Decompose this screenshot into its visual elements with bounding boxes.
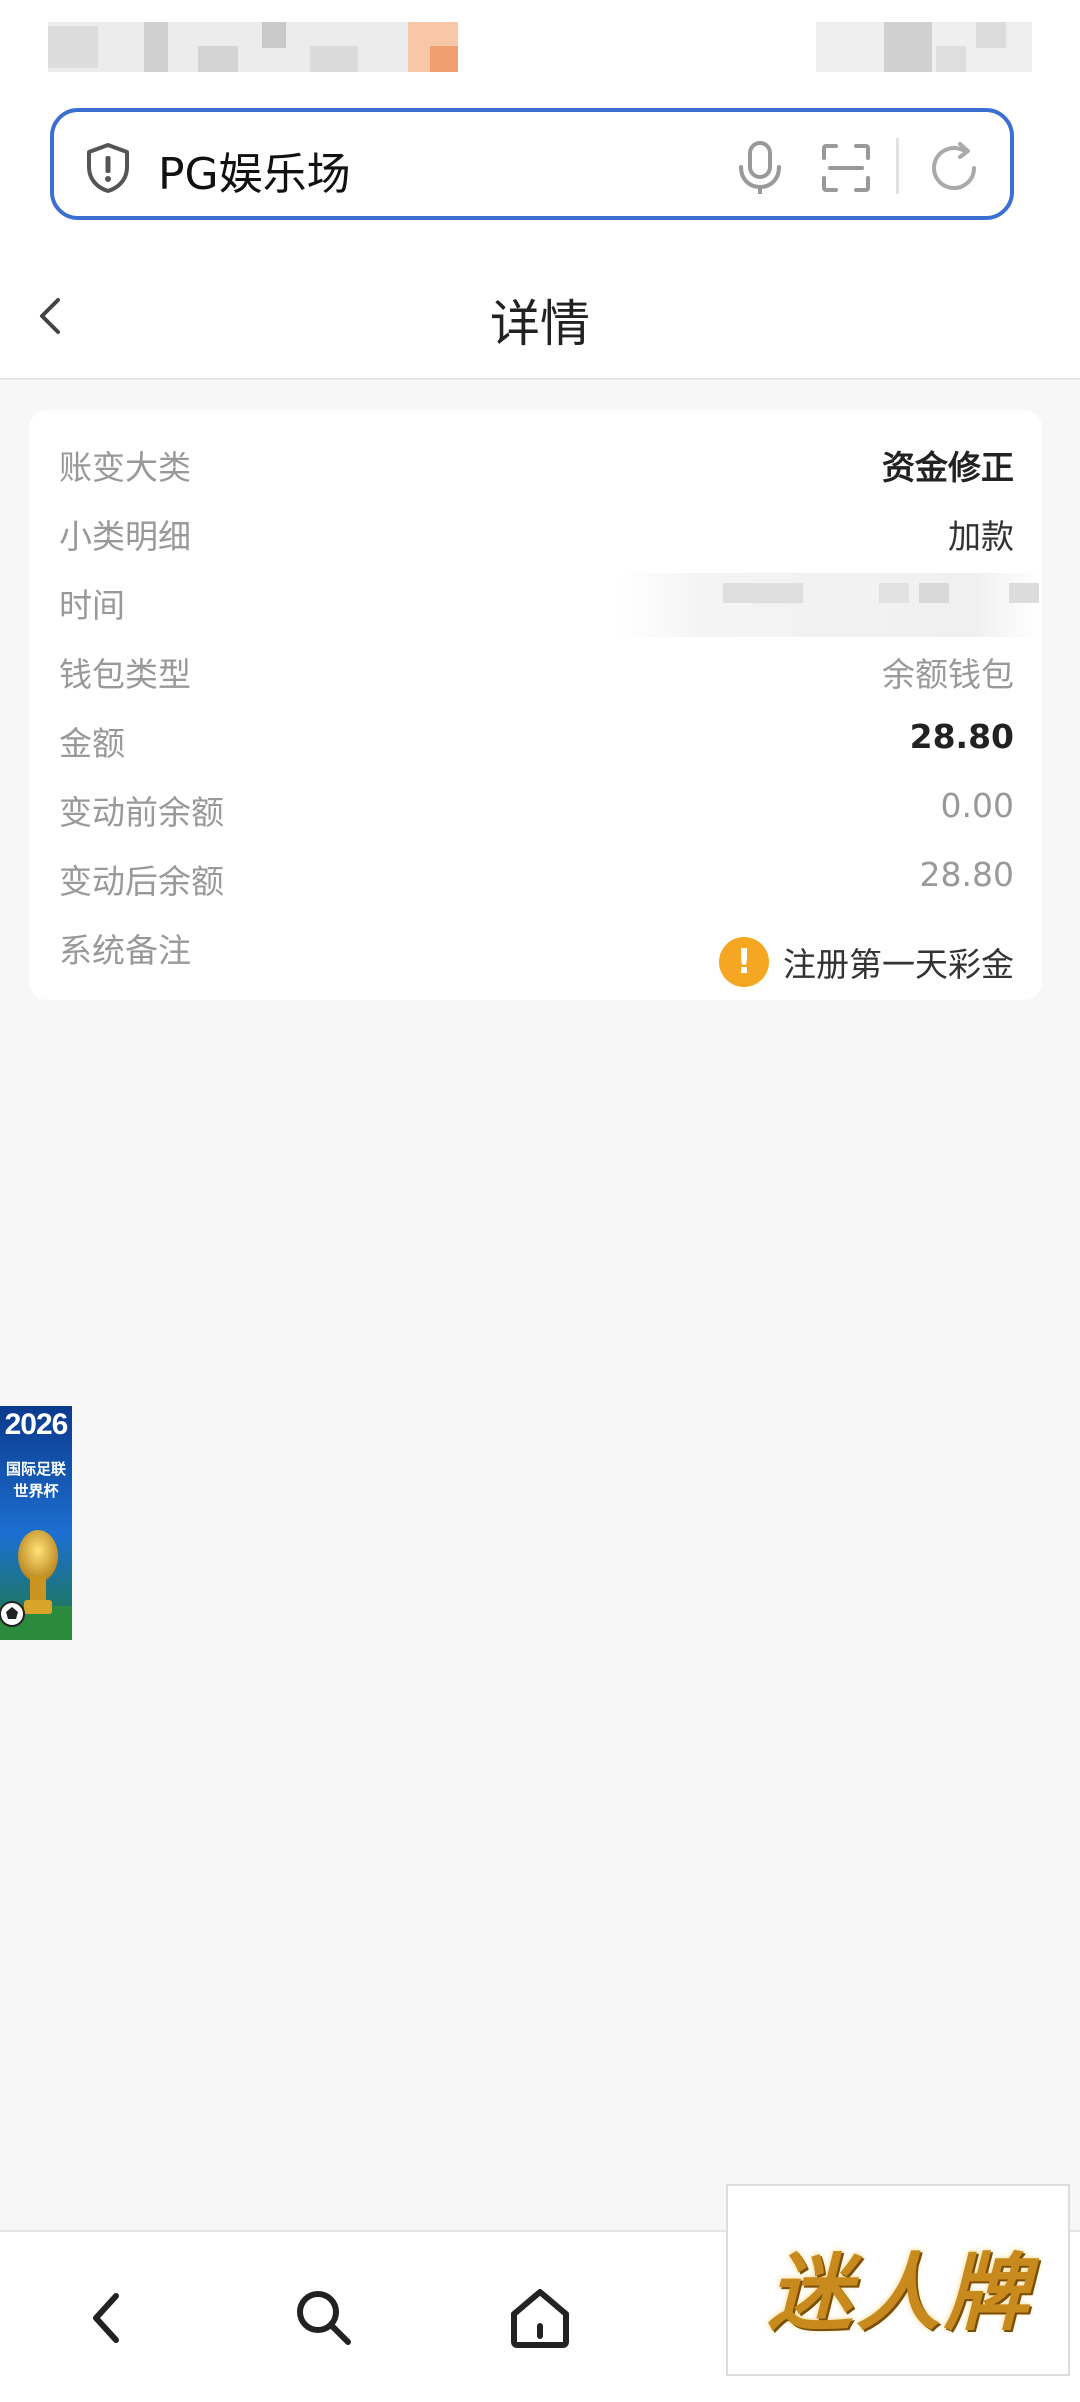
warning-icon: ! <box>719 937 769 987</box>
detail-row-category: 账变大类 资金修正 <box>29 435 1042 495</box>
row-value: 0.00 <box>940 786 1014 825</box>
detail-row-time: 时间 <box>29 573 1042 637</box>
row-value: 28.80 <box>919 855 1014 894</box>
row-label: 变动后余额 <box>59 862 224 901</box>
system-note-text: 注册第一天彩金 <box>783 945 1014 984</box>
detail-row-amount: 金额 28.80 <box>29 711 1042 771</box>
address-divider <box>896 138 899 194</box>
row-label: 时间 <box>59 586 125 625</box>
row-label: 金额 <box>59 724 125 763</box>
system-note: ! 注册第一天彩金 <box>719 932 1014 992</box>
detail-card: 账变大类 资金修正 小类明细 加款 时间 钱包类型 余额钱包 金额 28.80 … <box>29 410 1042 1000</box>
row-value: 加款 <box>948 517 1014 556</box>
banner-line1: 国际足联 <box>5 1460 66 1478</box>
row-value: 28.80 <box>909 717 1014 756</box>
banner-line2: 世界杯 <box>13 1482 59 1500</box>
refresh-icon[interactable] <box>924 138 984 202</box>
row-label: 变动前余额 <box>59 793 224 832</box>
detail-row-wallet-type: 钱包类型 余额钱包 <box>29 642 1042 702</box>
row-label: 钱包类型 <box>59 655 191 694</box>
page-title: 详情 <box>490 295 590 353</box>
row-label: 系统备注 <box>59 931 191 970</box>
address-text: PG娱乐场 <box>158 149 351 200</box>
ad-banner[interactable]: 迷人牌 <box>726 2184 1070 2376</box>
time-redacted <box>619 573 1039 637</box>
browser-toolbar: PG娱乐场 <box>0 96 1080 256</box>
shield-icon <box>84 142 132 198</box>
detail-row-subcategory: 小类明细 加款 <box>29 504 1042 564</box>
row-value: 余额钱包 <box>882 655 1014 694</box>
row-label: 账变大类 <box>59 448 191 487</box>
detail-row-balance-after: 变动后余额 28.80 <box>29 849 1042 909</box>
status-bar-blurred-left <box>48 22 458 72</box>
status-bar-blurred-right <box>816 22 1032 72</box>
row-label: 小类明细 <box>59 517 191 556</box>
address-bar[interactable]: PG娱乐场 <box>50 108 1014 220</box>
home-icon[interactable] <box>502 2280 578 2356</box>
status-bar <box>0 0 1080 96</box>
scan-icon[interactable] <box>820 142 872 198</box>
detail-row-balance-before: 变动前余额 0.00 <box>29 780 1042 840</box>
ad-text: 迷人牌 <box>767 2243 1032 2342</box>
banner-year: 2026 <box>4 1408 69 1441</box>
microphone-icon[interactable] <box>734 140 786 200</box>
back-icon[interactable] <box>72 2280 148 2356</box>
row-value: 资金修正 <box>882 448 1014 487</box>
page-header: 详情 <box>0 256 1080 380</box>
world-cup-banner[interactable]: 2026 国际足联 世界杯 <box>0 1406 72 1640</box>
search-icon[interactable] <box>286 2280 362 2356</box>
detail-row-system-note: 系统备注 ! 注册第一天彩金 <box>29 918 1042 987</box>
